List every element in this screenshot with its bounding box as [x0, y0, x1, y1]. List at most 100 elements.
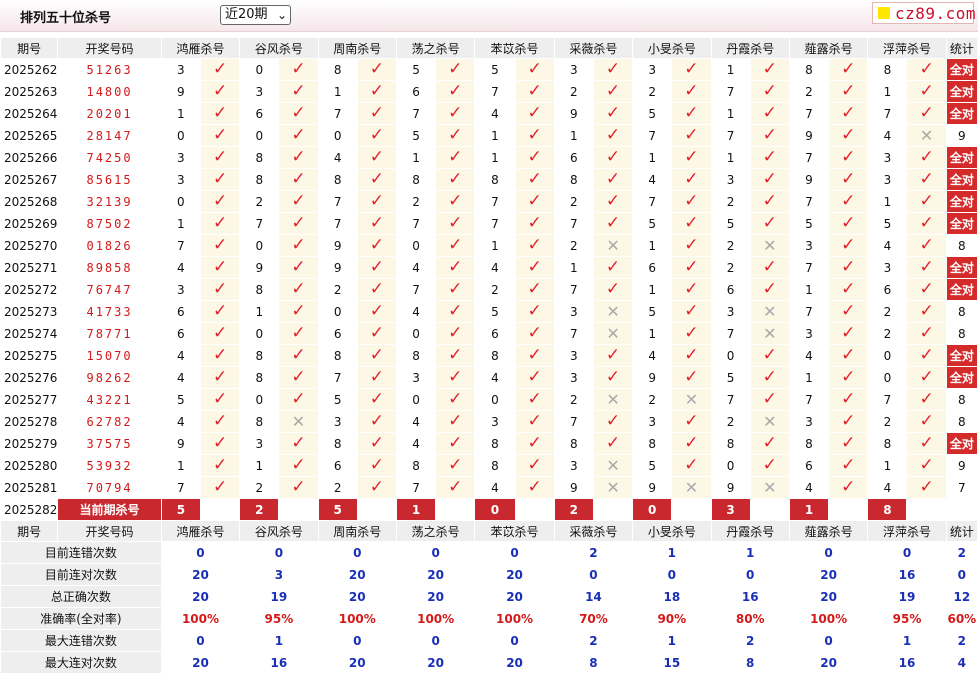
stats-value: 14 — [553, 585, 634, 608]
header-predictor: 小旻杀号 — [632, 520, 712, 542]
kill-number-cell: 4 — [867, 476, 908, 499]
result-mark-cell: ✓ — [906, 476, 947, 499]
check-icon: ✓ — [369, 279, 384, 299]
stats-value: 1 — [632, 541, 712, 564]
result-mark-cell: ✓ — [199, 344, 241, 367]
draw-number-cell: 14800 — [57, 80, 162, 103]
stats-label: 目前连错次数 — [0, 541, 162, 564]
correct-count-cell: 8 — [945, 410, 978, 433]
kill-number-cell: 2 — [553, 388, 594, 411]
stats-value: 20 — [160, 585, 241, 608]
stats-label: 目前连对次数 — [0, 563, 162, 586]
kill-number-cell: 2 — [632, 388, 673, 411]
result-mark-cell: ✕ — [671, 388, 712, 411]
cross-icon: ✕ — [606, 455, 620, 475]
stats-value: 20 — [474, 651, 555, 674]
check-icon: ✓ — [291, 301, 306, 321]
kill-number-cell: 7 — [553, 212, 594, 235]
check-icon: ✓ — [448, 301, 463, 321]
check-icon: ✓ — [684, 345, 699, 365]
result-mark-cell: ✓ — [514, 300, 555, 323]
result-mark-cell: ✓ — [749, 168, 790, 191]
kill-number-cell: 2 — [553, 234, 594, 257]
cross-icon: ✕ — [606, 323, 620, 343]
kill-number-cell: 7 — [317, 212, 358, 235]
kill-number-cell: 8 — [317, 58, 358, 81]
result-mark-cell: ✓ — [828, 102, 869, 125]
result-mark-cell: ✓ — [278, 476, 319, 499]
kill-number-cell: 7 — [788, 256, 830, 279]
result-mark-cell: ✓ — [514, 234, 555, 257]
result-mark-cell: ✓ — [356, 388, 397, 411]
kill-number-cell: 3 — [788, 410, 830, 433]
header-predictor: 丹霞杀号 — [710, 37, 790, 59]
table-row: 2025267 85615 3 ✓ 8 ✓ 8 ✓ 8 ✓ 8 ✓ 8 ✓ 4 ✓ 3 ✓ 9 ✓ 3 ✓ 全对 — [0, 168, 978, 191]
check-icon: ✓ — [919, 147, 934, 167]
result-mark-cell: ✓ — [435, 212, 476, 235]
period-select[interactable]: 近20期 ⌄ — [220, 5, 291, 25]
kill-number-cell: 1 — [474, 146, 516, 169]
header-predictor: 丹霞杀号 — [710, 520, 790, 542]
check-icon: ✓ — [369, 213, 384, 233]
issue-cell: 2025277 — [0, 388, 59, 411]
result-mark-cell: ✕ — [906, 124, 947, 147]
result-mark-cell: ✓ — [828, 388, 869, 411]
draw-number-cell: 87502 — [57, 212, 162, 235]
check-icon: ✓ — [369, 81, 384, 101]
kill-number-cell: 7 — [239, 212, 280, 235]
header-predictor: 浮萍杀号 — [867, 520, 947, 542]
all-correct-badge: 全对 — [945, 212, 978, 235]
table-row: 2025278 62782 4 ✓ 8 ✕ 3 ✓ 4 ✓ 3 ✓ 7 ✓ 3 ✓ 2 ✕ 3 ✓ 2 ✓ 8 — [0, 410, 978, 433]
result-mark-cell: ✓ — [592, 432, 634, 455]
check-icon: ✓ — [527, 323, 542, 343]
kill-number-cell: 8 — [239, 410, 280, 433]
kill-number-cell: 3 — [710, 300, 751, 323]
result-mark-cell: ✓ — [592, 146, 634, 169]
kill-number-cell: 3 — [867, 146, 908, 169]
kill-number-cell: 0 — [474, 388, 516, 411]
check-icon: ✓ — [841, 257, 856, 277]
kill-number-cell: 6 — [632, 256, 673, 279]
result-mark-cell: ✓ — [592, 168, 634, 191]
stats-value: 0 — [788, 541, 869, 564]
current-kill-blank — [828, 498, 869, 521]
current-kill-blank — [749, 498, 790, 521]
site-logo[interactable]: cz89.com — [872, 2, 976, 24]
all-correct-badge: 全对 — [945, 102, 978, 125]
kill-number-cell: 7 — [317, 190, 358, 213]
kill-number-cell: 0 — [239, 234, 280, 257]
result-mark-cell: ✓ — [592, 80, 634, 103]
kill-number-cell: 2 — [710, 410, 751, 433]
check-icon: ✓ — [212, 103, 228, 123]
kill-number-cell: 0 — [395, 388, 437, 411]
result-mark-cell: ✓ — [356, 80, 397, 103]
result-mark-cell: ✓ — [671, 410, 712, 433]
result-mark-cell: ✕ — [749, 234, 790, 257]
kill-number-cell: 4 — [395, 432, 437, 455]
draw-number-cell: 20201 — [57, 102, 162, 125]
page-title: 排列五十位杀号 — [20, 11, 112, 26]
issue-cell: 2025273 — [0, 300, 59, 323]
result-mark-cell: ✓ — [828, 168, 869, 191]
check-icon: ✓ — [527, 147, 542, 167]
result-mark-cell: ✓ — [514, 476, 555, 499]
result-mark-cell: ✓ — [906, 366, 947, 389]
kill-number-cell: 1 — [867, 454, 908, 477]
cross-icon: ✕ — [606, 477, 620, 497]
cross-icon: ✕ — [684, 477, 699, 497]
check-icon: ✓ — [212, 59, 228, 79]
kill-number-cell: 3 — [632, 410, 673, 433]
result-mark-cell: ✓ — [278, 80, 319, 103]
check-icon: ✓ — [684, 169, 699, 189]
stats-value: 1 — [239, 629, 319, 652]
check-icon: ✓ — [369, 477, 384, 497]
check-icon: ✓ — [448, 81, 463, 101]
current-kill-number: 5 — [317, 498, 358, 521]
result-mark-cell: ✓ — [828, 256, 869, 279]
check-icon: ✓ — [291, 103, 306, 123]
kill-number-cell: 0 — [867, 366, 908, 389]
cross-icon: ✕ — [919, 125, 934, 145]
current-issue-row: 2025282 当前期杀号 5 2 5 1 0 2 0 3 1 8 — [0, 498, 978, 521]
check-icon: ✓ — [527, 411, 542, 431]
issue-cell: 2025281 — [0, 476, 59, 499]
